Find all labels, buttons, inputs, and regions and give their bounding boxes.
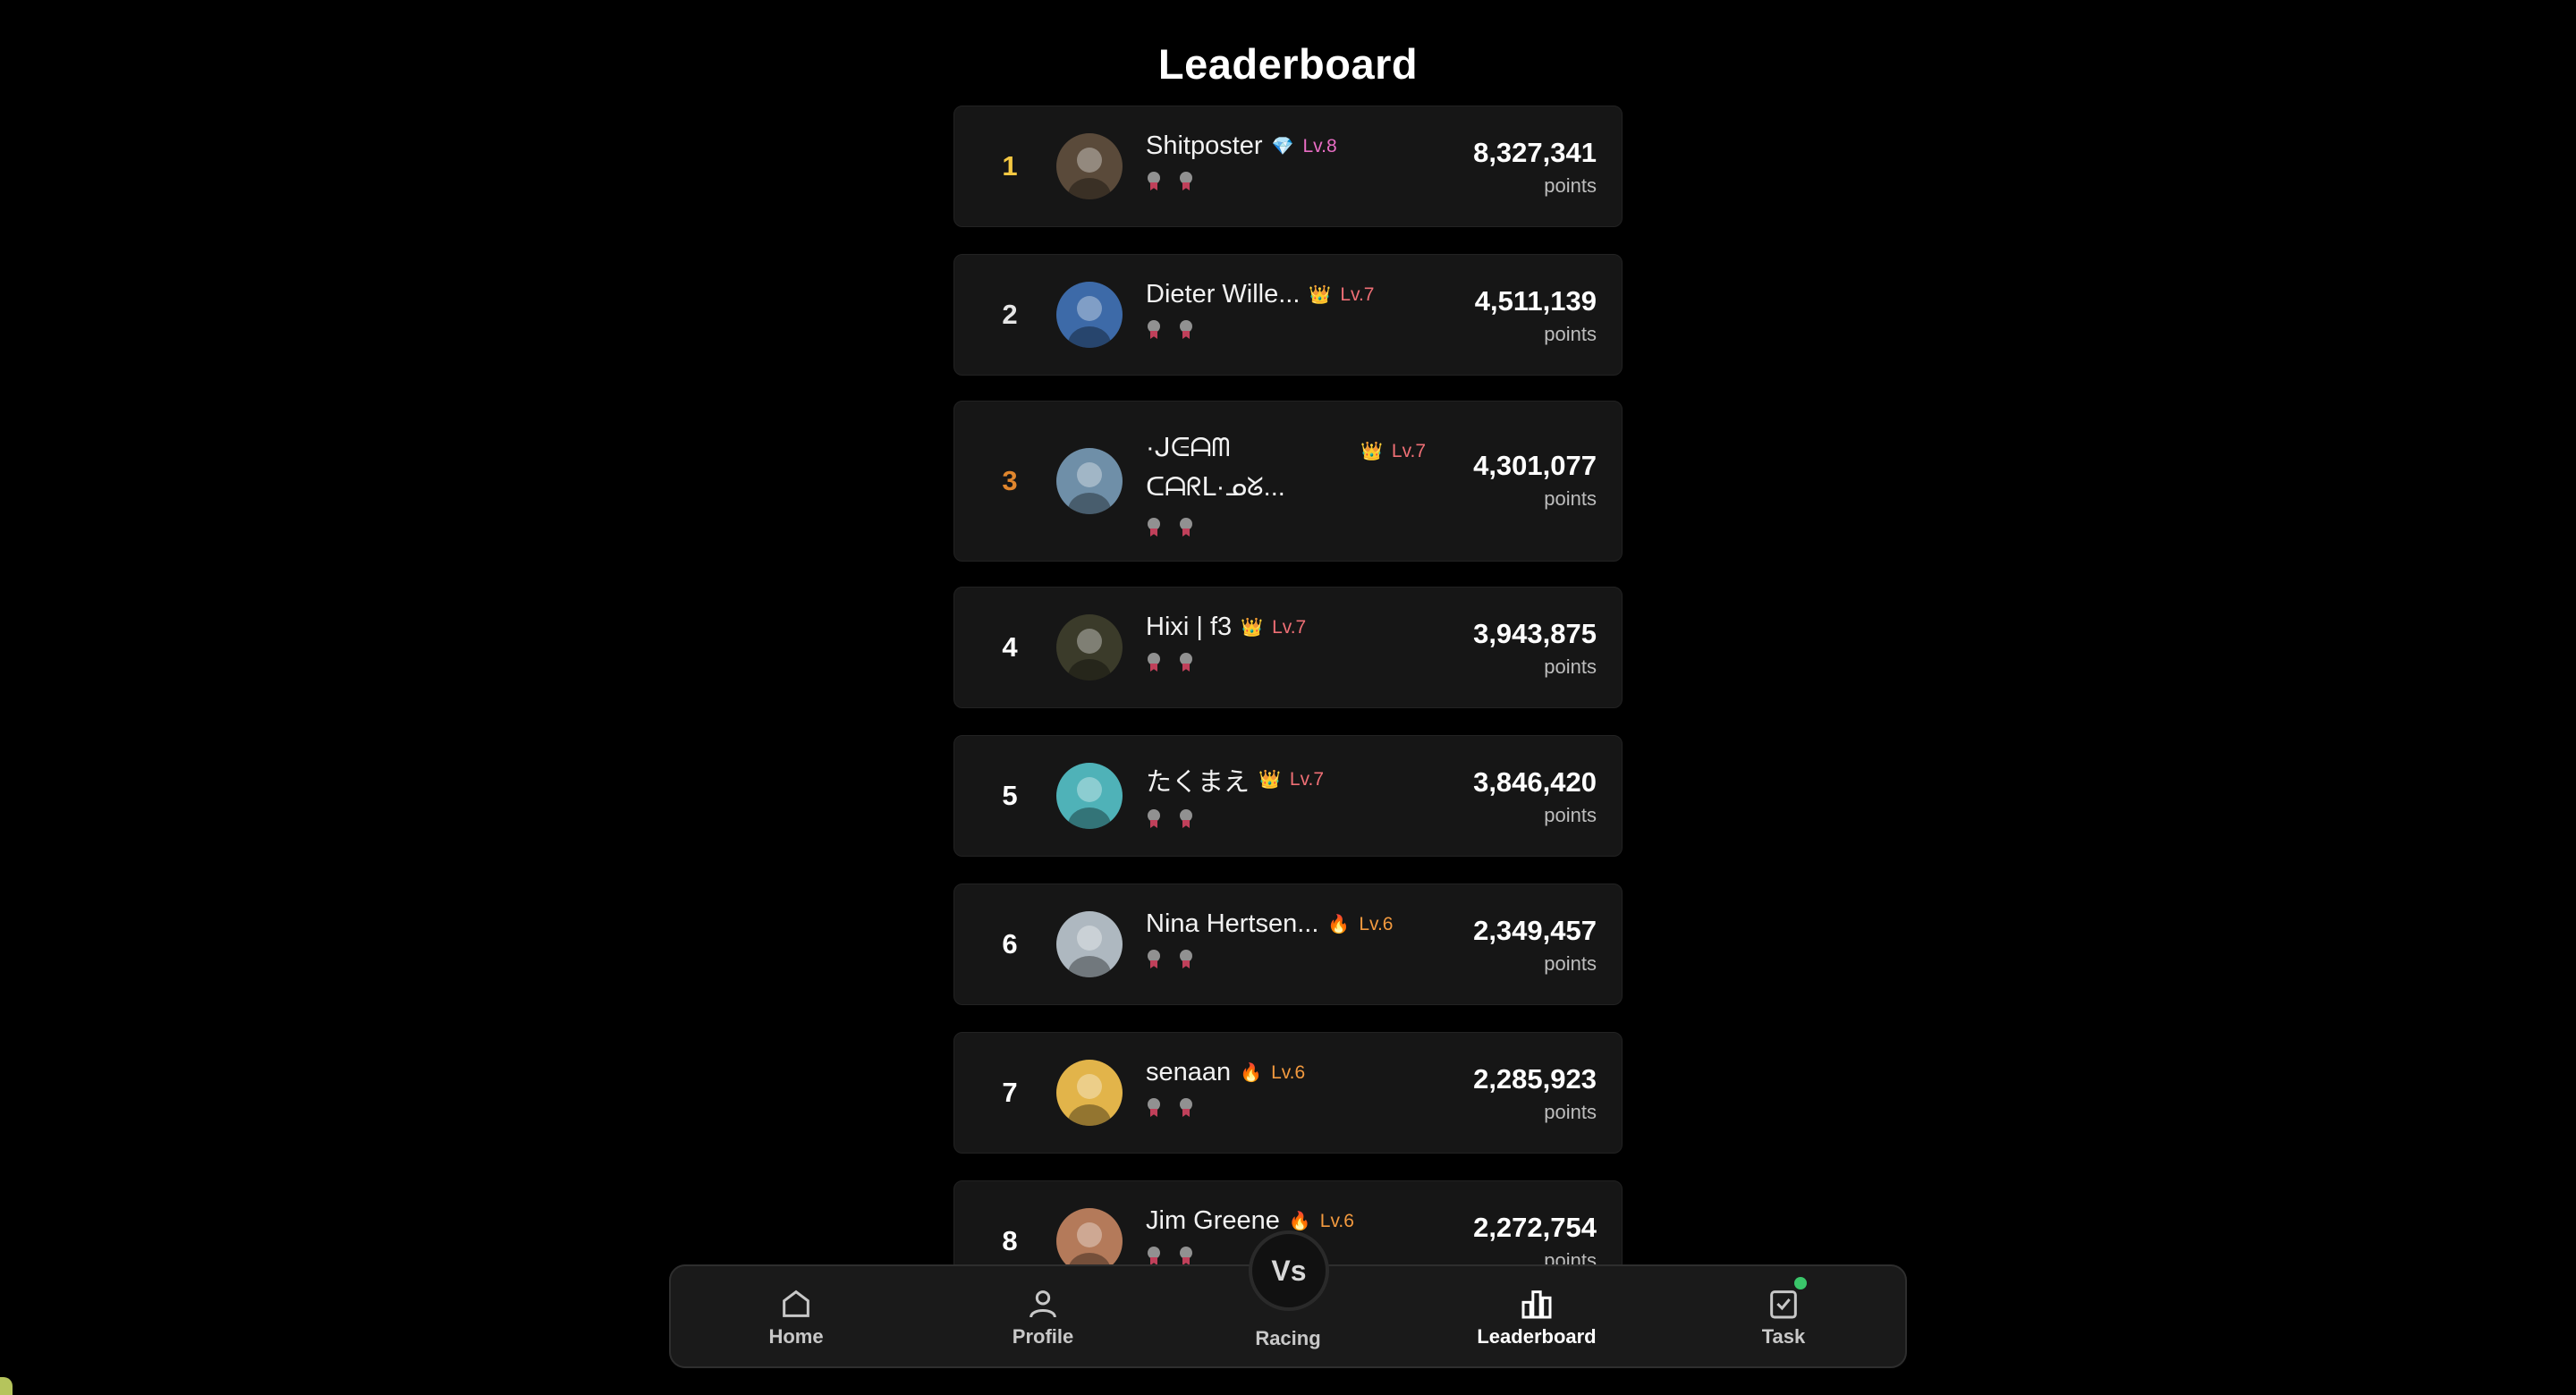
crown-icon: 👑: [1309, 284, 1332, 305]
leaderboard-row[interactable]: 3 ·ᒍᕮᗩᗰ ᑕᗩᖇᒪ·ᓄᘜ... 👑 Lv.7 4,301,077 points: [953, 401, 1623, 562]
medal-icon: [1146, 172, 1162, 191]
points-value: 3,943,875: [1473, 618, 1597, 649]
crown-icon: 👑: [1241, 617, 1264, 638]
leaderboard-icon: [1521, 1290, 1552, 1319]
level-label: Lv.7: [1272, 616, 1307, 638]
medal-icon: [1146, 1098, 1162, 1118]
rank-number: 8: [1002, 1225, 1018, 1256]
nav-leaderboard[interactable]: Leaderboard: [1447, 1286, 1626, 1348]
task-icon: [1770, 1290, 1797, 1319]
medal-icon: [1146, 518, 1162, 537]
avatar: [1056, 1060, 1123, 1126]
leaderboard-row[interactable]: 1 Shitposter 💎 Lv.8 8,327,341 points: [953, 106, 1623, 227]
points-label: points: [1544, 323, 1597, 345]
vs-icon: Vs: [1271, 1254, 1307, 1287]
level-label: Lv.6: [1359, 913, 1394, 934]
home-icon: [783, 1289, 809, 1317]
nav-task[interactable]: Task: [1694, 1286, 1873, 1348]
level-label: Lv.7: [1391, 441, 1427, 461]
medal-icon: [1178, 653, 1194, 672]
nav-leaderboard-label: Leaderboard: [1477, 1325, 1597, 1348]
points-value: 2,285,923: [1473, 1063, 1597, 1095]
page-title: Leaderboard: [1157, 40, 1419, 88]
points-label: points: [1544, 655, 1597, 678]
avatar: [1056, 1208, 1123, 1266]
rank-number: 2: [1002, 299, 1018, 330]
avatar: [1056, 911, 1123, 977]
leaderboard-list[interactable]: 1 Shitposter 💎 Lv.8 8,327,341 points 2 Dieter W…: [953, 106, 1623, 1266]
nav-home[interactable]: Home: [707, 1286, 886, 1348]
medal-icon: [1178, 1247, 1194, 1266]
points-value: 8,327,341: [1473, 137, 1597, 168]
nav-profile[interactable]: Profile: [953, 1286, 1132, 1348]
profile-icon: [1030, 1290, 1056, 1318]
medal-icon: [1146, 950, 1162, 969]
medal-icon: [1178, 950, 1194, 969]
rank-number: 5: [1002, 780, 1018, 811]
nav-home-label: Home: [768, 1325, 824, 1348]
medal-icon: [1178, 320, 1194, 340]
rank-number: 4: [1002, 631, 1018, 663]
player-name: たくまえ: [1146, 768, 1250, 797]
leaderboard-row[interactable]: 5 たくまえ 👑 Lv.7 3,846,420 points: [953, 735, 1623, 857]
crown-icon: 👑: [1360, 442, 1383, 461]
points-value: 4,511,139: [1474, 285, 1597, 317]
rank-number: 6: [1002, 928, 1018, 960]
player-name: Jim Greene: [1146, 1206, 1280, 1235]
fire-icon: 🔥: [1288, 1211, 1311, 1231]
level-label: Lv.8: [1302, 135, 1337, 156]
nav-racing-label[interactable]: Racing: [1199, 1327, 1377, 1350]
points-label: points: [1544, 952, 1597, 975]
leaderboard-row[interactable]: 4 Hixi | f3 👑 Lv.7 3,943,875 points: [953, 587, 1623, 708]
points-label: points: [1544, 804, 1597, 826]
leaderboard-row[interactable]: 6 Nina Hertsen... 🔥 Lv.6 2,349,457 points: [953, 884, 1623, 1005]
medal-icon: [1178, 1098, 1194, 1118]
player-name: Dieter Wille...: [1146, 280, 1301, 309]
nav-task-label: Task: [1761, 1325, 1806, 1348]
fire-icon: 🔥: [1327, 914, 1351, 934]
diamond-icon: 💎: [1271, 136, 1294, 156]
points-label: points: [1544, 174, 1597, 197]
medal-icon: [1146, 320, 1162, 340]
task-notification-dot: [1794, 1277, 1807, 1289]
medal-icon: [1178, 172, 1194, 191]
player-name: Hixi | f3: [1146, 613, 1233, 641]
level-label: Lv.6: [1271, 1061, 1306, 1083]
leaderboard-row[interactable]: 7 senaan 🔥 Lv.6 2,285,923 points: [953, 1032, 1623, 1154]
nav-profile-label: Profile: [1012, 1325, 1074, 1348]
corner-accent: [0, 1377, 13, 1395]
rank-number: 7: [1002, 1077, 1018, 1108]
level-label: Lv.7: [1289, 769, 1325, 790]
player-name: ·ᒍᕮᗩᗰ ᑕᗩᖇᒪ·ᓄᘜ...: [1146, 434, 1285, 502]
medal-icon: [1146, 653, 1162, 672]
medal-icon: [1178, 809, 1194, 829]
points-value: 2,349,457: [1473, 915, 1597, 946]
medal-icon: [1178, 518, 1194, 537]
level-label: Lv.7: [1340, 283, 1375, 305]
points-value: 3,846,420: [1473, 766, 1597, 798]
level-label: Lv.6: [1319, 1210, 1354, 1231]
rank-number: 1: [1002, 150, 1018, 182]
points-value: 4,301,077: [1473, 450, 1597, 481]
medal-icon: [1146, 809, 1162, 829]
avatar: [1056, 448, 1123, 514]
points-label: points: [1544, 1101, 1597, 1123]
player-name: Shitposter: [1146, 131, 1263, 160]
avatar: [1056, 614, 1123, 681]
avatar: [1056, 282, 1123, 348]
points-label: points: [1544, 487, 1597, 510]
points-value: 2,272,754: [1473, 1212, 1597, 1243]
avatar: [1056, 763, 1123, 829]
fire-icon: 🔥: [1240, 1062, 1263, 1083]
player-name: senaan: [1146, 1058, 1232, 1086]
medal-icon: [1146, 1247, 1162, 1266]
nav-racing-button[interactable]: Vs: [1249, 1230, 1329, 1311]
player-name: Nina Hertsen...: [1146, 909, 1319, 938]
avatar: [1056, 133, 1123, 199]
leaderboard-row[interactable]: 2 Dieter Wille... 👑 Lv.7 4,511,139 points: [953, 254, 1623, 376]
rank-number: 3: [1002, 465, 1018, 496]
crown-icon: 👑: [1258, 770, 1281, 790]
